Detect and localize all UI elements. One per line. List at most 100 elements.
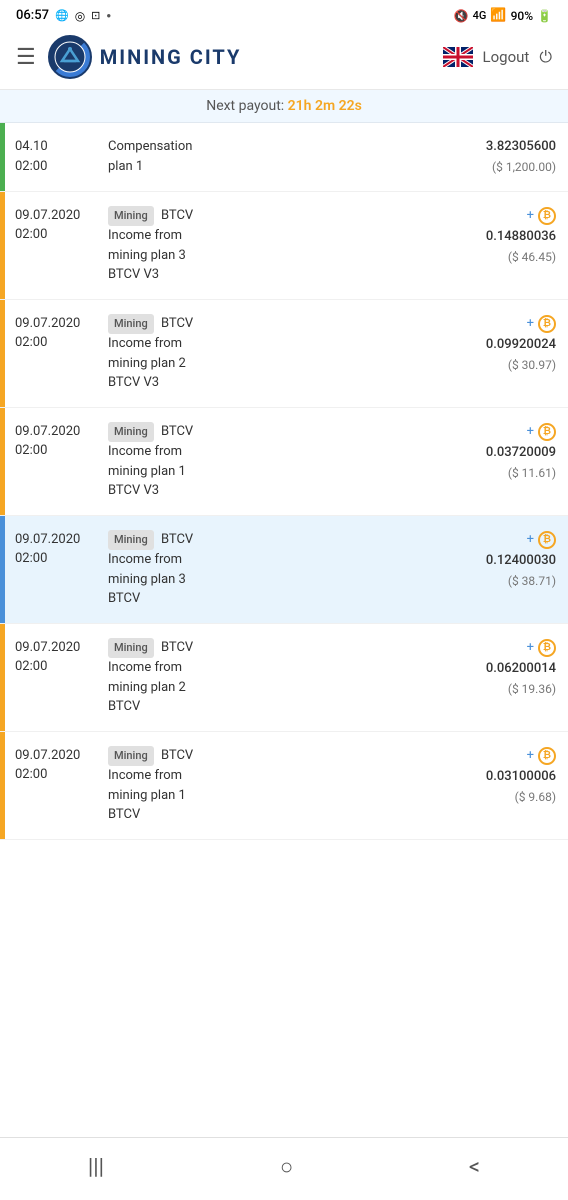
location-icon: ◎ (75, 9, 85, 23)
amount-value: 0.03720009 (446, 443, 556, 464)
transaction-amount: +₿0.12400030($ 38.71) (446, 530, 556, 591)
battery-icon: 🔋 (537, 9, 552, 23)
app-logo (48, 35, 92, 79)
transaction-amount: +₿0.14880036($ 46.45) (446, 206, 556, 267)
amount-value: 0.03100006 (446, 767, 556, 788)
bitcoin-icon: ₿ (538, 207, 556, 225)
amount-value: 0.12400030 (446, 551, 556, 572)
transaction-description: Mining BTCVIncome frommining plan 2BTCV … (108, 314, 438, 393)
amount-usd: ($ 9.68) (446, 788, 556, 807)
plus-icon: + (527, 314, 534, 335)
amount-value: 0.06200014 (446, 659, 556, 680)
transaction-content: 09.07.202002:00Mining BTCVIncome frommin… (5, 732, 568, 839)
mining-badge: Mining (108, 206, 154, 227)
network-icon: 🌐 (55, 9, 69, 22)
app-name: MINING CITY (100, 45, 242, 69)
transaction-amount: 3.82305600($ 1,200.00) (446, 137, 556, 177)
mining-badge: Mining (108, 530, 154, 551)
amount-usd: ($ 11.61) (446, 464, 556, 483)
power-icon[interactable]: ⏻ (539, 47, 552, 67)
dot-indicator: ● (106, 11, 111, 20)
transaction-row: 09.07.202002:00Mining BTCVIncome frommin… (0, 516, 568, 624)
transaction-description: Mining BTCVIncome frommining plan 2BTCV (108, 638, 438, 717)
mining-badge: Mining (108, 746, 154, 767)
amount-usd: ($ 46.45) (446, 248, 556, 267)
transaction-row: 09.07.202002:00Mining BTCVIncome frommin… (0, 300, 568, 408)
amount-value: 0.09920024 (446, 335, 556, 356)
back-button[interactable]: < (449, 1151, 500, 1184)
mining-badge: Mining (108, 314, 154, 335)
mute-icon: 🔇 (454, 9, 469, 23)
transaction-row: 09.07.202002:00Mining BTCVIncome frommin… (0, 732, 568, 840)
mining-badge: Mining (108, 638, 154, 659)
amount-value: 0.14880036 (446, 227, 556, 248)
plus-icon: + (527, 422, 534, 443)
transaction-date: 04.1002:00 (15, 137, 100, 176)
transaction-description: Mining BTCVIncome frommining plan 3BTCV … (108, 206, 438, 285)
transaction-content: 09.07.202002:00Mining BTCVIncome frommin… (5, 192, 568, 299)
transaction-date: 09.07.202002:00 (15, 746, 100, 785)
amount-top-row: +₿ (446, 206, 556, 227)
transaction-date: 09.07.202002:00 (15, 314, 100, 353)
header-left: ☰ MINING CITY (16, 35, 241, 79)
amount-usd: ($ 30.97) (446, 356, 556, 375)
language-flag[interactable] (443, 47, 473, 67)
transaction-date: 09.07.202002:00 (15, 530, 100, 569)
transaction-amount: +₿0.03720009($ 11.61) (446, 422, 556, 483)
transaction-amount: +₿0.06200014($ 19.36) (446, 638, 556, 699)
transaction-content: 09.07.202002:00Mining BTCVIncome frommin… (5, 408, 568, 515)
transaction-date: 09.07.202002:00 (15, 638, 100, 677)
amount-top-row: +₿ (446, 638, 556, 659)
logout-button[interactable]: Logout (483, 48, 530, 66)
amount-top-row: +₿ (446, 422, 556, 443)
transaction-amount: +₿0.03100006($ 9.68) (446, 746, 556, 807)
transaction-description: Mining BTCVIncome frommining plan 1BTCV (108, 746, 438, 825)
transaction-row: 09.07.202002:00Mining BTCVIncome frommin… (0, 624, 568, 732)
plus-icon: + (527, 206, 534, 227)
payout-label: Next payout: (206, 98, 284, 114)
amount-top-row: +₿ (446, 314, 556, 335)
transaction-amount: +₿0.09920024($ 30.97) (446, 314, 556, 375)
transaction-row: 04.1002:00Compensationplan 13.82305600($… (0, 123, 568, 192)
time-display: 06:57 (16, 8, 49, 23)
transaction-description: Mining BTCVIncome frommining plan 3BTCV (108, 530, 438, 609)
home-button[interactable]: ○ (260, 1150, 313, 1184)
plus-icon: + (527, 746, 534, 767)
transaction-content: 09.07.202002:00Mining BTCVIncome frommin… (5, 300, 568, 407)
amount-usd: ($ 19.36) (446, 680, 556, 699)
plus-icon: + (527, 530, 534, 551)
hamburger-menu[interactable]: ☰ (16, 45, 36, 70)
transaction-row: 09.07.202002:00Mining BTCVIncome frommin… (0, 192, 568, 300)
recent-apps-button[interactable]: ||| (68, 1151, 124, 1184)
battery-label: 90% (511, 9, 533, 23)
app-header: ☰ MINING CITY Logout ⏻ (0, 27, 568, 90)
transaction-list: 04.1002:00Compensationplan 13.82305600($… (0, 123, 568, 840)
bitcoin-icon: ₿ (538, 423, 556, 441)
mining-badge: Mining (108, 422, 154, 443)
payout-time: 21h 2m 22s (288, 98, 362, 114)
amount-value: 3.82305600 (446, 137, 556, 158)
bottom-navigation: ||| ○ < (0, 1137, 568, 1200)
status-left: 06:57 🌐 ◎ ⊡ ● (16, 8, 111, 23)
signal-bars: 📶 (490, 8, 506, 23)
bitcoin-icon: ₿ (538, 315, 556, 333)
status-right: 🔇 4G 📶 90% 🔋 (454, 8, 552, 23)
plus-icon: + (527, 638, 534, 659)
transaction-description: Compensationplan 1 (108, 137, 438, 176)
camera-icon: ⊡ (91, 9, 100, 22)
transaction-content: 09.07.202002:00Mining BTCVIncome frommin… (5, 624, 568, 731)
transaction-row: 09.07.202002:00Mining BTCVIncome frommin… (0, 408, 568, 516)
bitcoin-icon: ₿ (538, 531, 556, 549)
transaction-content: 09.07.202002:00Mining BTCVIncome frommin… (5, 516, 568, 623)
bitcoin-icon: ₿ (538, 639, 556, 657)
payout-banner: Next payout: 21h 2m 22s (0, 90, 568, 123)
transaction-content: 04.1002:00Compensationplan 13.82305600($… (5, 123, 568, 191)
amount-usd: ($ 1,200.00) (446, 158, 556, 177)
transaction-description: Mining BTCVIncome frommining plan 1BTCV … (108, 422, 438, 501)
amount-top-row: +₿ (446, 746, 556, 767)
status-bar: 06:57 🌐 ◎ ⊡ ● 🔇 4G 📶 90% 🔋 (0, 0, 568, 27)
bitcoin-icon: ₿ (538, 747, 556, 765)
transaction-date: 09.07.202002:00 (15, 206, 100, 245)
header-right: Logout ⏻ (443, 47, 552, 67)
transaction-date: 09.07.202002:00 (15, 422, 100, 461)
